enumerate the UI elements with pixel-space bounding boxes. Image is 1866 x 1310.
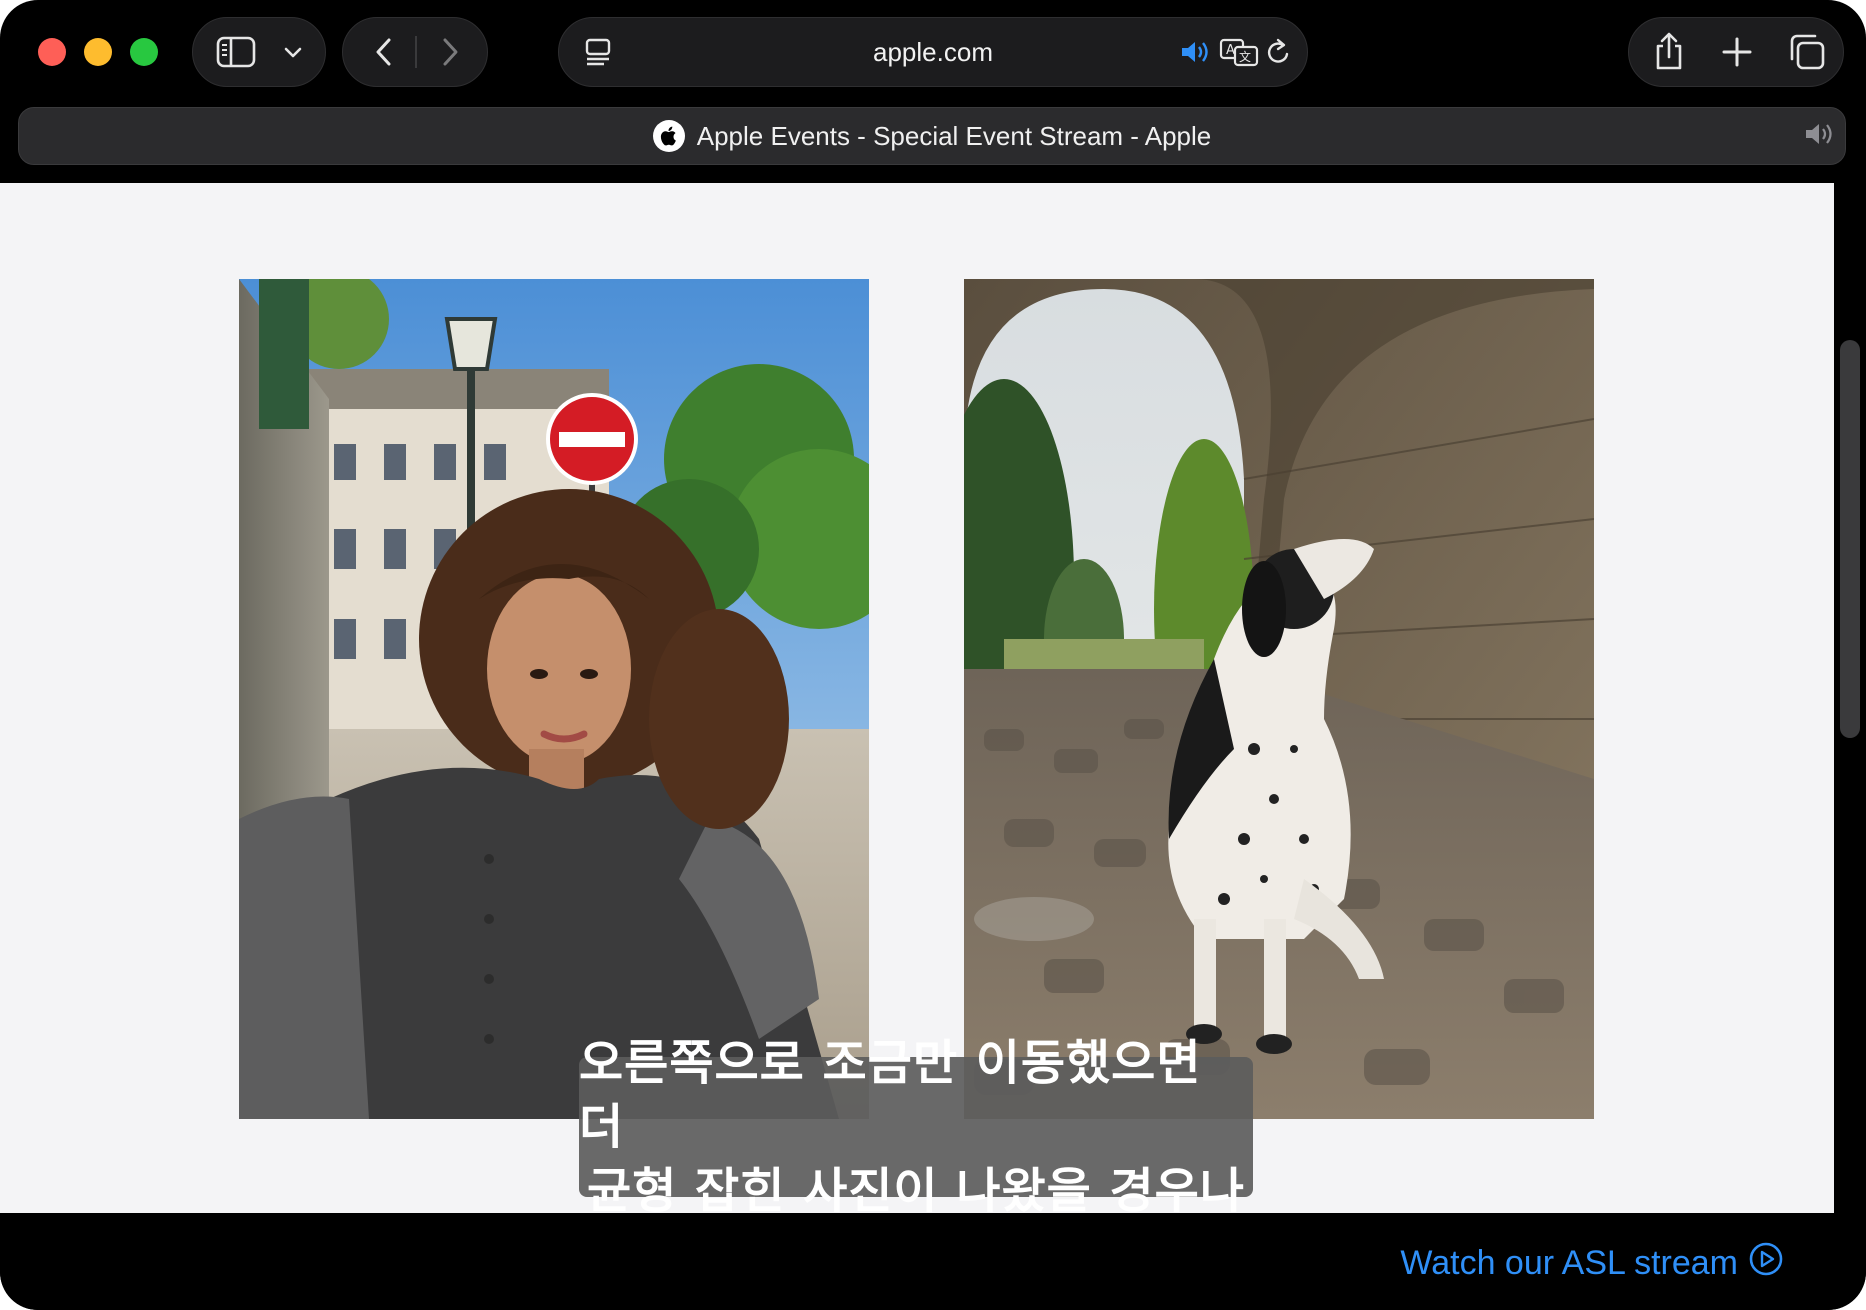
plus-icon[interactable] (1707, 18, 1767, 86)
tab-title-row: Apple Events - Special Event Stream - Ap… (19, 108, 1845, 164)
subtitle-line-1: 오른쪽으로 조금만 이동했으면 더 (579, 1035, 1202, 1155)
scrollbar-thumb[interactable] (1840, 340, 1860, 738)
forward-icon[interactable] (425, 18, 475, 86)
asl-link-label: Watch our ASL stream (1400, 1244, 1738, 1282)
asl-stream-link[interactable]: Watch our ASL stream (1400, 1241, 1784, 1286)
tab-title: Apple Events - Special Event Stream - Ap… (696, 120, 1212, 151)
navigation-control (342, 17, 488, 87)
chevron-down-icon[interactable] (273, 18, 313, 86)
reload-icon[interactable] (1261, 18, 1297, 86)
address-bar[interactable]: apple.com A文 (558, 17, 1308, 87)
sidebar-control (192, 17, 326, 87)
portrait-woman-photo (239, 279, 869, 1119)
translate-icon[interactable]: A文 (1217, 18, 1261, 86)
minimize-window-button[interactable] (84, 38, 112, 66)
close-window-button[interactable] (38, 38, 66, 66)
play-circle-icon (1748, 1241, 1784, 1286)
sidebar-icon[interactable] (211, 18, 261, 86)
subtitle-box: 오른쪽으로 조금만 이동했으면 더 균형 잡힌 사진이 나왔을 경우나 (579, 1035, 1253, 1219)
tabs-overview-icon[interactable] (1777, 18, 1837, 86)
nav-divider (415, 36, 417, 68)
back-icon[interactable] (359, 18, 409, 86)
window-actions (1628, 17, 1844, 87)
speaker-icon[interactable] (1177, 18, 1213, 86)
browser-window: apple.com A文 Apple Events - Special Even… (0, 0, 1866, 1310)
tab-active[interactable]: Apple Events - Special Event Stream - Ap… (18, 107, 1846, 165)
page-content: 오른쪽으로 조금만 이동했으면 더 균형 잡힌 사진이 나왔을 경우나 (0, 183, 1834, 1219)
zoom-window-button[interactable] (130, 38, 158, 66)
svg-text:文: 文 (1239, 49, 1251, 64)
dog-under-arch-photo (964, 279, 1594, 1119)
apple-logo-icon (652, 120, 685, 152)
svg-text:A: A (1226, 43, 1235, 58)
video-footer: Watch our ASL stream (0, 1213, 1866, 1310)
tab-audio-icon[interactable] (1803, 120, 1835, 153)
toolbar: apple.com A文 (0, 0, 1866, 104)
share-icon[interactable] (1639, 18, 1699, 86)
